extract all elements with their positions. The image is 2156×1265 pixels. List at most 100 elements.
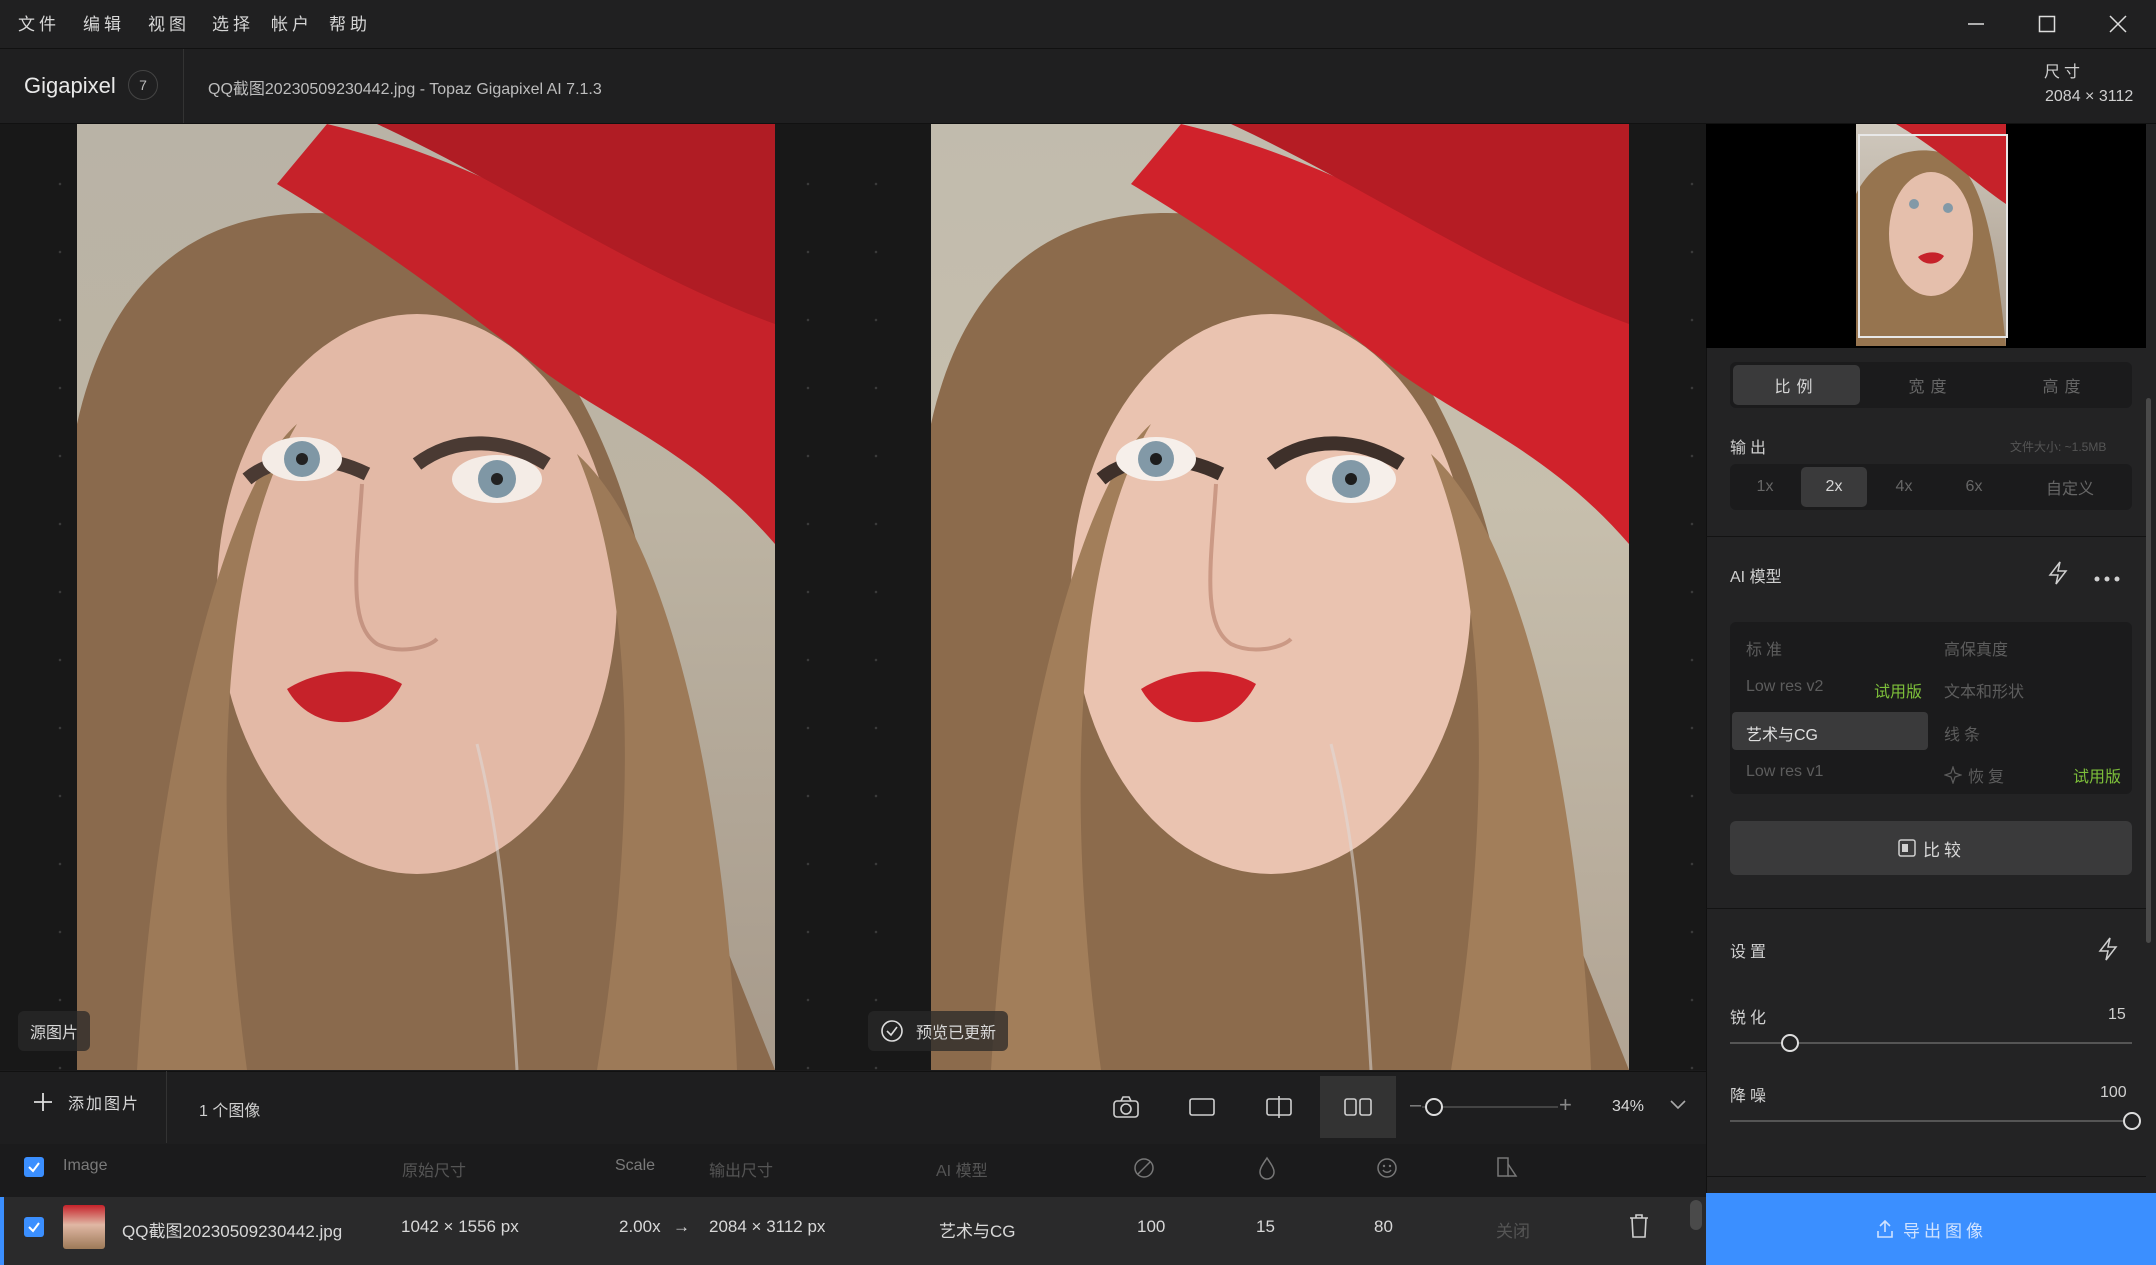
app-name: Gigapixel [24,73,116,98]
zoom-level[interactable]: 34% [1612,1098,1644,1116]
image-count: 1 个图像 [199,1103,261,1120]
close-button[interactable] [2083,0,2153,48]
export-icon [1877,1219,1893,1238]
preview-status: 预览已更新 [868,1011,1009,1051]
denoise-slider-handle[interactable] [2123,1112,2141,1130]
zoom-out-icon[interactable]: – [1410,1094,1421,1117]
menu-view[interactable]: 视图 [148,10,190,35]
version-badge: 7 [128,70,158,100]
model-text-shapes[interactable]: 文本和形状 [1944,678,2024,702]
source-image[interactable] [77,124,775,1070]
sharpen-value: 15 [2108,1006,2126,1023]
row-sharpen-value: 100 [1137,1217,1166,1236]
col-scale: Scale [615,1157,656,1174]
model-recover[interactable]: 恢复 [1944,763,2008,787]
scale-custom[interactable]: 自定义 [2011,467,2129,507]
add-image-label: 添加图片 [68,1096,141,1113]
auto-model-button[interactable] [2047,560,2069,591]
model-art-cg[interactable]: 艺术与CG [1746,721,1818,745]
camera-icon [1113,1096,1139,1118]
menu-select[interactable]: 选择 [212,10,254,35]
row-output-size: 2084 × 3112 px [709,1217,826,1236]
side-by-side-icon [1344,1098,1372,1116]
output-label: 输出 [1730,440,1771,457]
divider [1706,908,2146,909]
tab-height[interactable]: 高度 [2001,365,2128,405]
navigator-viewport-frame[interactable] [1858,134,2008,338]
sharpen-label: 锐化 [1730,1010,1771,1027]
denoise-slider-track[interactable] [1730,1120,2132,1122]
sharpen-column-icon [1134,1158,1154,1178]
row-arrow: → [673,1217,690,1236]
snapshot-button[interactable] [1094,1076,1158,1138]
lightning-icon [2048,561,2068,585]
side-by-side-view-button[interactable] [1320,1076,1396,1138]
auto-settings-button[interactable] [2097,936,2119,967]
more-icon [2094,576,2120,582]
minimize-button[interactable] [1941,0,2011,48]
menu-bar [0,0,2156,49]
table-scrollbar[interactable] [1690,1200,1702,1230]
tab-scale[interactable]: 比例 [1733,365,1860,405]
delete-row-button[interactable] [1628,1213,1650,1244]
compare-icon [1898,839,1916,857]
model-low-res-v2[interactable]: Low res v2 [1746,678,1823,696]
check-icon [28,1162,40,1173]
more-options-button[interactable] [2093,570,2121,588]
source-label: 源图片 [18,1011,91,1051]
row-thumbnail [63,1205,105,1249]
trash-icon [1630,1214,1648,1238]
menu-edit[interactable]: 编辑 [83,10,125,35]
file-title: QQ截图20230509230442.jpg - Topaz Gigapixel… [208,81,602,98]
divider [183,49,184,123]
settings-label: 设置 [1730,944,1771,961]
scale-4x[interactable]: 4x [1871,467,1937,507]
row-face-value: 80 [1374,1217,1393,1236]
col-image: Image [63,1157,108,1174]
menu-account[interactable]: 帐户 [271,10,313,35]
row-color-value: 关闭 [1496,1222,1530,1241]
col-ai-model: AI 模型 [936,1163,988,1180]
export-button[interactable]: 导出图像 [1706,1193,2156,1265]
model-standard[interactable]: 标准 [1746,636,1786,660]
scale-1x[interactable]: 1x [1733,467,1797,507]
color-correction-column-icon [1497,1157,1518,1177]
model-high-fidelity[interactable]: 高保真度 [1944,636,2008,660]
portrait-illustration [931,124,1629,1070]
model-lines[interactable]: 线条 [1944,721,1984,745]
plus-icon [34,1093,52,1111]
add-image-button[interactable]: 添加图片 [32,1090,140,1114]
ai-model-label: AI 模型 [1730,569,1782,586]
maximize-icon [2038,15,2056,33]
scale-2x[interactable]: 2x [1801,467,1867,507]
dimensions-value: 2084 × 3112 [2045,88,2134,105]
denoise-column-icon [1259,1156,1275,1180]
queue-table-header [0,1144,1706,1196]
source-label-text: 源图片 [30,1025,79,1042]
menu-help[interactable]: 帮助 [329,10,371,35]
maximize-button[interactable] [2012,0,2082,48]
preview-image[interactable] [931,124,1629,1070]
tab-width[interactable]: 宽度 [1867,365,1994,405]
trial-badge: 试用版 [1874,684,1923,701]
row-denoise-value: 15 [1256,1217,1275,1236]
split-view-button[interactable] [1247,1076,1311,1138]
row-checkbox[interactable] [24,1217,44,1237]
single-view-icon [1189,1098,1215,1116]
trial-badge: 试用版 [2073,769,2122,786]
model-low-res-v1[interactable]: Low res v1 [1746,763,1823,781]
select-all-checkbox[interactable] [24,1157,44,1177]
zoom-dropdown[interactable] [1669,1098,1687,1116]
split-view-icon [1266,1096,1292,1118]
divider [1706,1176,2146,1177]
divider [1706,536,2146,537]
compare-button[interactable]: 比较 [1730,821,2132,875]
row-original-size: 1042 × 1556 px [401,1217,519,1236]
panel-scrollbar[interactable] [2146,398,2151,943]
zoom-in-icon[interactable]: + [1559,1092,1572,1118]
scale-6x[interactable]: 6x [1941,467,2007,507]
check-icon [28,1222,40,1233]
single-view-button[interactable] [1170,1076,1234,1138]
menu-file[interactable]: 文件 [18,10,60,35]
row-file-name: QQ截图20230509230442.jpg [122,1222,343,1241]
